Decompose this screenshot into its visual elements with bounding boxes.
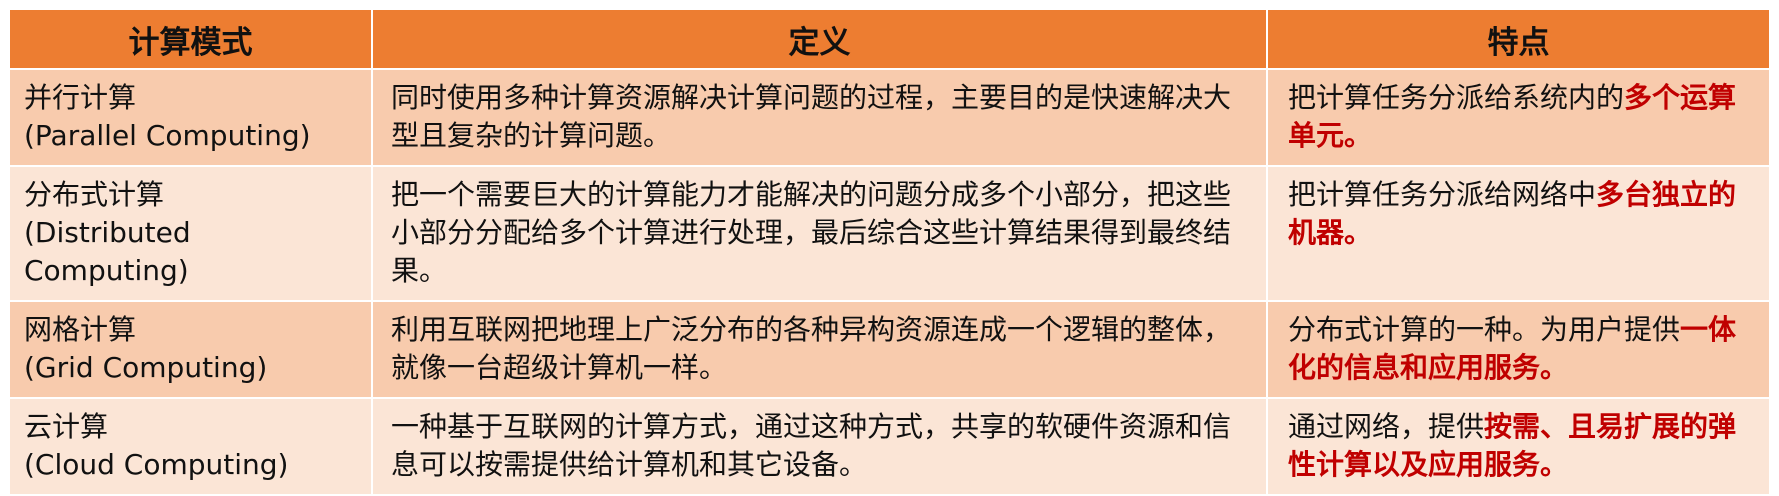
- mode-name-en: (Distributed Computing): [24, 216, 191, 287]
- mode-cell: 云计算 (Cloud Computing): [8, 397, 373, 496]
- computing-modes-table-container: 计算模式 定义 特点 并行计算 (Parallel Computing) 同时使…: [8, 8, 1771, 496]
- feature-cell: 把计算任务分派给系统内的多个运算单元。: [1266, 68, 1771, 167]
- feature-text: 把计算任务分派给系统内的: [1288, 81, 1625, 114]
- mode-name-cn: 云计算: [24, 410, 109, 443]
- mode-name-cn: 分布式计算: [24, 178, 165, 211]
- header-feature: 特点: [1266, 8, 1771, 70]
- computing-modes-table: 计算模式 定义 特点 并行计算 (Parallel Computing) 同时使…: [8, 8, 1771, 496]
- feature-text: 通过网络，提供: [1288, 410, 1485, 443]
- feature-cell: 通过网络，提供按需、且易扩展的弹性计算以及应用服务。: [1266, 397, 1771, 496]
- mode-cell: 网格计算 (Grid Computing): [8, 300, 373, 399]
- feature-cell: 分布式计算的一种。为用户提供一体化的信息和应用服务。: [1266, 300, 1771, 399]
- feature-text: 分布式计算的一种。为用户提供: [1288, 313, 1681, 346]
- definition-cell: 一种基于互联网的计算方式，通过这种方式，共享的软硬件资源和信息可以按需提供给计算…: [371, 397, 1268, 496]
- header-definition: 定义: [371, 8, 1268, 70]
- feature-cell: 把计算任务分派给网络中多台独立的机器。: [1266, 165, 1771, 302]
- definition-cell: 利用互联网把地理上广泛分布的各种异构资源连成一个逻辑的整体，就像一台超级计算机一…: [371, 300, 1268, 399]
- mode-name-cn: 并行计算: [24, 81, 137, 114]
- definition-cell: 同时使用多种计算资源解决计算问题的过程，主要目的是快速解决大型且复杂的计算问题。: [371, 68, 1268, 167]
- table-row: 网格计算 (Grid Computing) 利用互联网把地理上广泛分布的各种异构…: [8, 300, 1771, 399]
- mode-cell: 分布式计算 (Distributed Computing): [8, 165, 373, 302]
- header-mode: 计算模式: [8, 8, 373, 70]
- mode-name-en: (Grid Computing): [24, 351, 268, 384]
- mode-name-en: (Cloud Computing): [24, 448, 289, 481]
- table-row: 云计算 (Cloud Computing) 一种基于互联网的计算方式，通过这种方…: [8, 397, 1771, 496]
- definition-cell: 把一个需要巨大的计算能力才能解决的问题分成多个小部分，把这些小部分分配给多个计算…: [371, 165, 1268, 302]
- mode-cell: 并行计算 (Parallel Computing): [8, 68, 373, 167]
- table-header-row: 计算模式 定义 特点: [8, 8, 1771, 70]
- table-row: 并行计算 (Parallel Computing) 同时使用多种计算资源解决计算…: [8, 68, 1771, 167]
- mode-name-cn: 网格计算: [24, 313, 137, 346]
- feature-text: 把计算任务分派给网络中: [1288, 178, 1597, 211]
- table-row: 分布式计算 (Distributed Computing) 把一个需要巨大的计算…: [8, 165, 1771, 302]
- mode-name-en: (Parallel Computing): [24, 119, 311, 152]
